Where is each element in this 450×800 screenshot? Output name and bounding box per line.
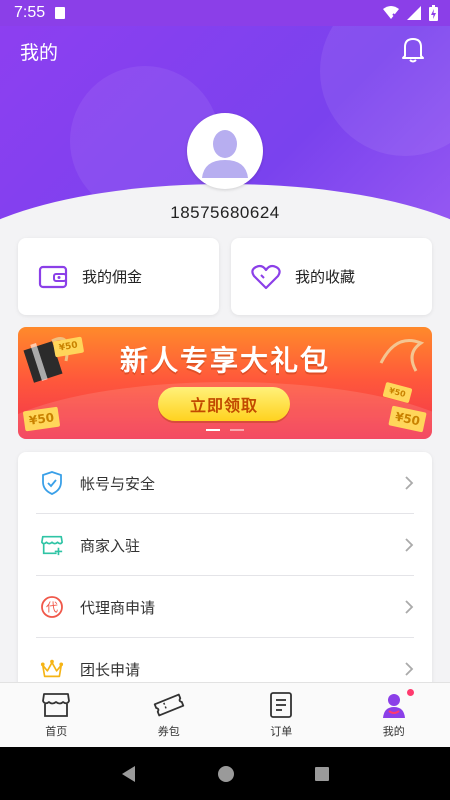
status-time: 7:55 (14, 4, 46, 21)
card-label: 我的收藏 (295, 268, 356, 286)
menu-item-label: 帐号与安全 (80, 474, 156, 493)
promo-banner[interactable]: ¥50 ¥50 ¥50 ¥50 新人专享大礼包 立即领取 (18, 327, 432, 439)
nav-home[interactable]: 首页 (0, 683, 113, 747)
nav-orders[interactable]: 订单 (225, 683, 338, 747)
bell-icon[interactable] (398, 34, 428, 64)
store-icon (42, 693, 71, 717)
heart-icon (251, 264, 281, 289)
my-commission-card[interactable]: 我的佣金 (18, 238, 219, 315)
menu-item-label: 商家入驻 (80, 536, 141, 555)
nav-label: 订单 (270, 725, 293, 738)
decor-circle (320, 26, 450, 156)
card-label: 我的佣金 (82, 268, 143, 286)
nav-mine[interactable]: 我的 (338, 683, 450, 747)
order-list-icon (270, 692, 293, 718)
nav-label: 券包 (157, 725, 180, 738)
banner-headline: 新人专享大礼包 (119, 344, 330, 377)
notification-dot (407, 689, 415, 696)
agent-badge-icon: 代 (41, 596, 63, 618)
recents-icon[interactable] (314, 766, 330, 782)
my-favorites-card[interactable]: 我的收藏 (231, 238, 432, 315)
menu-item-label: 代理商申请 (80, 598, 156, 617)
chevron-right-icon (405, 600, 414, 614)
chevron-right-icon (405, 476, 414, 490)
wallet-icon (38, 265, 68, 288)
wifi-off-icon (383, 6, 399, 20)
menu-item-label: 团长申请 (80, 660, 141, 679)
crown-icon (40, 659, 64, 678)
user-phone: 18575680624 (170, 203, 280, 222)
back-icon[interactable] (120, 765, 138, 783)
battery-charging-icon (429, 5, 438, 21)
person-icon (382, 694, 405, 718)
storefront-icon (41, 535, 63, 556)
shield-check-icon (42, 471, 62, 495)
nav-label: 我的 (382, 725, 405, 738)
default-avatar-icon (194, 120, 256, 182)
bottom-nav: 首页 券包 订单 我的 (0, 682, 450, 747)
menu-item-account-security[interactable]: 帐号与安全 (18, 452, 432, 514)
claim-now-button[interactable]: 立即领取 (158, 387, 290, 421)
system-nav-bar (0, 747, 450, 800)
nav-label: 首页 (45, 725, 68, 738)
signal-icon (407, 6, 421, 20)
settings-menu: 帐号与安全 商家入驻 代 代理商申请 团长申请 (18, 452, 432, 692)
chevron-right-icon (405, 662, 414, 676)
menu-item-merchant-entry[interactable]: 商家入驻 (18, 514, 432, 576)
page-title: 我的 (20, 42, 59, 64)
status-icons (383, 5, 438, 21)
carousel-dot[interactable] (230, 429, 244, 431)
avatar[interactable] (187, 113, 263, 189)
ticket-icon (153, 693, 184, 717)
agent-badge-text: 代 (46, 601, 58, 615)
chevron-right-icon (405, 538, 414, 552)
menu-item-agent-apply[interactable]: 代 代理商申请 (18, 576, 432, 638)
sd-card-icon (55, 7, 66, 19)
carousel-dot[interactable] (206, 429, 220, 431)
home-icon[interactable] (217, 765, 235, 783)
status-bar: 7:55 (0, 0, 450, 26)
carousel-indicator (18, 429, 432, 431)
nav-coupons[interactable]: 券包 (113, 683, 226, 747)
